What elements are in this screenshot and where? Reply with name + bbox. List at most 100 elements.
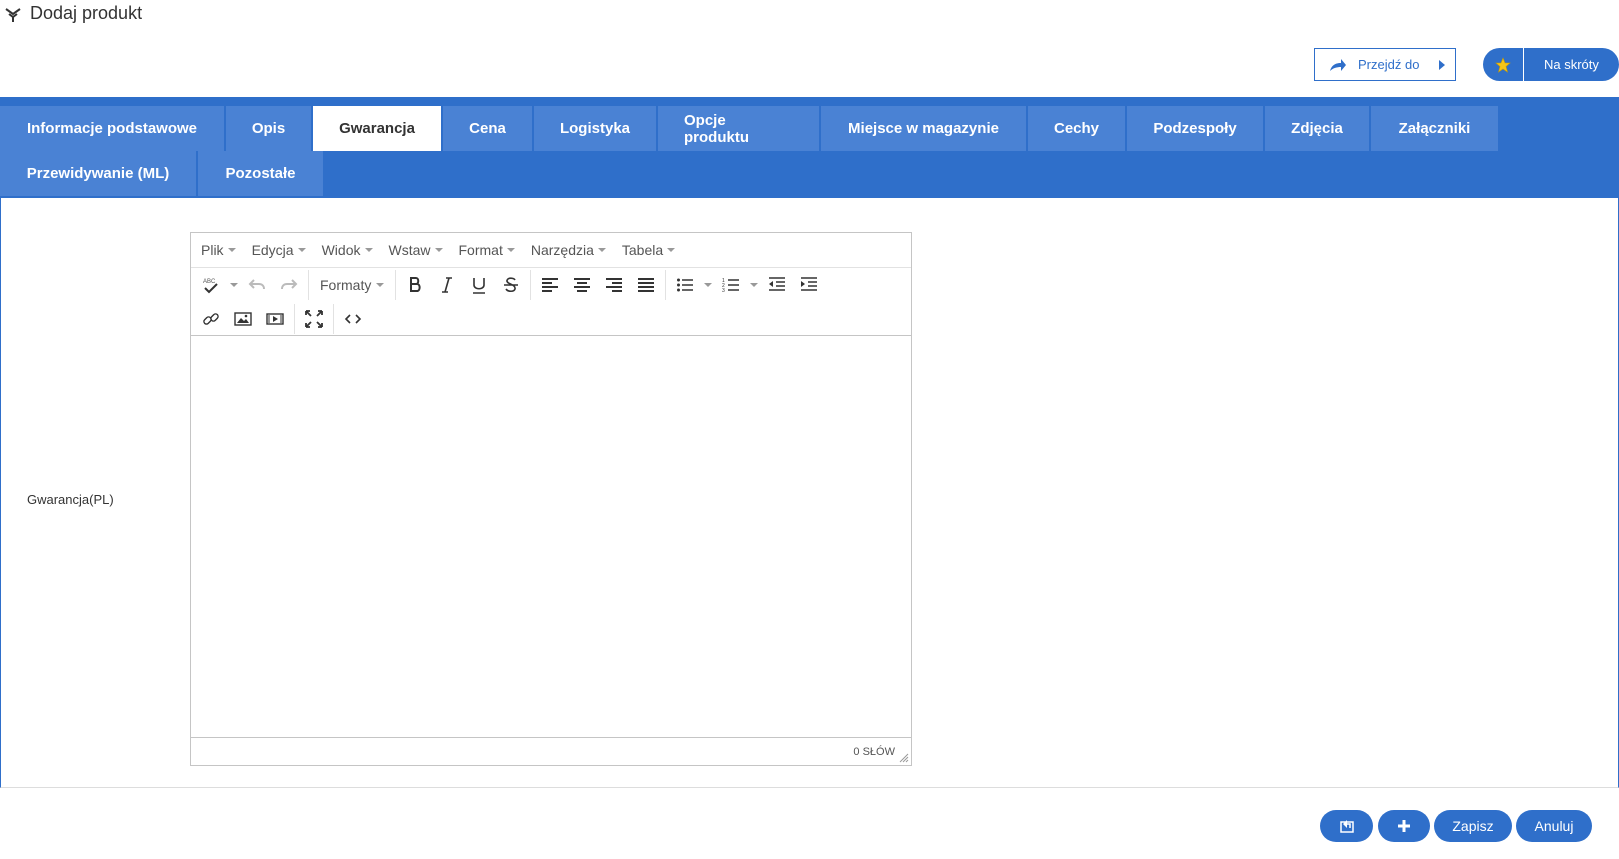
rich-text-editor: Plik Edycja Widok Wstaw Format Narzędzia… bbox=[190, 232, 912, 766]
underline-button[interactable] bbox=[463, 271, 495, 299]
editor-toolbar-1: ABC Formaty 1 2 3 bbox=[191, 268, 911, 302]
spellcheck-caret[interactable] bbox=[227, 271, 241, 299]
source-code-button[interactable] bbox=[337, 305, 369, 333]
toolbar-divider bbox=[395, 270, 397, 300]
caret-right-icon bbox=[1439, 59, 1446, 70]
caret-down-icon bbox=[227, 248, 236, 252]
caret-down-icon bbox=[750, 283, 759, 287]
editor-content-area[interactable] bbox=[191, 336, 911, 732]
media-button[interactable] bbox=[259, 305, 291, 333]
save-button[interactable]: Zapisz bbox=[1434, 810, 1512, 842]
editor-menubar: Plik Edycja Widok Wstaw Format Narzędzia… bbox=[191, 233, 911, 268]
tab-zalaczniki[interactable]: Załączniki bbox=[1371, 106, 1498, 151]
bullet-list-caret[interactable] bbox=[701, 271, 715, 299]
outdent-icon bbox=[769, 277, 786, 291]
save-and-back-button[interactable] bbox=[1320, 810, 1373, 842]
menu-edycja[interactable]: Edycja bbox=[252, 242, 306, 258]
italic-button[interactable] bbox=[431, 271, 463, 299]
bullet-list-icon bbox=[677, 278, 694, 292]
align-justify-icon bbox=[638, 278, 655, 292]
tab-opis[interactable]: Opis bbox=[226, 106, 311, 151]
share-arrow-icon bbox=[1330, 58, 1346, 71]
tab-opcje-produktu[interactable]: Opcje produktu bbox=[658, 106, 819, 151]
indent-button[interactable] bbox=[793, 271, 825, 299]
tab-podzespoly[interactable]: Podzespoły bbox=[1127, 106, 1263, 151]
editor-statusbar: 0 SŁÓW bbox=[191, 737, 911, 765]
goto-button-label: Przejdź do bbox=[1358, 57, 1420, 72]
formats-dropdown[interactable]: Formaty bbox=[312, 271, 392, 299]
redo-button[interactable] bbox=[273, 271, 305, 299]
tab-miejsce-w-magazynie[interactable]: Miejsce w magazynie bbox=[821, 106, 1026, 151]
bullet-list-button[interactable] bbox=[669, 271, 701, 299]
align-center-icon bbox=[574, 278, 591, 292]
shortcuts-button-label: Na skróty bbox=[1544, 57, 1599, 72]
toolbar-divider bbox=[333, 303, 334, 334]
toolbar-divider bbox=[530, 270, 532, 300]
goto-button[interactable]: Przejdź do bbox=[1314, 48, 1456, 81]
align-justify-button[interactable] bbox=[630, 271, 662, 299]
page-title: Dodaj produkt bbox=[4, 3, 142, 24]
menu-plik[interactable]: Plik bbox=[201, 242, 236, 258]
tab-logistyka[interactable]: Logistyka bbox=[534, 106, 656, 151]
shortcuts-button[interactable]: Na skróty bbox=[1483, 48, 1619, 81]
header: Dodaj produkt Przejdź do Na skróty bbox=[0, 0, 1619, 97]
resize-handle-icon[interactable] bbox=[899, 753, 909, 763]
tab-gwarancja[interactable]: Gwarancja bbox=[313, 106, 441, 151]
menu-format-label: Format bbox=[458, 242, 503, 258]
caret-down-icon bbox=[704, 283, 713, 287]
link-button[interactable] bbox=[195, 305, 227, 333]
add-new-button[interactable] bbox=[1378, 810, 1430, 842]
spellcheck-icon: ABC bbox=[203, 279, 218, 294]
align-right-button[interactable] bbox=[598, 271, 630, 299]
formats-label: Formaty bbox=[320, 277, 372, 293]
menu-widok-label: Widok bbox=[321, 242, 361, 258]
menu-wstaw[interactable]: Wstaw bbox=[389, 242, 443, 258]
menu-widok[interactable]: Widok bbox=[322, 242, 373, 258]
save-return-icon bbox=[1339, 820, 1354, 833]
menu-tabela-label: Tabela bbox=[621, 242, 664, 258]
undo-icon bbox=[248, 279, 265, 290]
cancel-button[interactable]: Anuluj bbox=[1516, 810, 1592, 842]
menu-edycja-label: Edycja bbox=[251, 242, 294, 258]
fullscreen-icon bbox=[305, 309, 323, 328]
align-left-button[interactable] bbox=[534, 271, 566, 299]
tab-row-2: Przewidywanie (ML) Pozostałe bbox=[0, 151, 1619, 196]
tab-row-1: Informacje podstawowe Opis Gwarancja Cen… bbox=[0, 106, 1619, 151]
indent-icon bbox=[801, 277, 818, 291]
tab-cechy[interactable]: Cechy bbox=[1028, 106, 1125, 151]
caret-down-icon bbox=[667, 248, 676, 252]
video-icon bbox=[266, 312, 284, 325]
tab-zdjecia[interactable]: Zdjęcia bbox=[1265, 106, 1369, 151]
image-icon bbox=[234, 311, 252, 326]
align-center-button[interactable] bbox=[566, 271, 598, 299]
undo-button[interactable] bbox=[241, 271, 273, 299]
menu-tabela[interactable]: Tabela bbox=[621, 242, 676, 258]
tab-informacje-podstawowe[interactable]: Informacje podstawowe bbox=[0, 106, 224, 151]
toolbar-divider bbox=[665, 270, 667, 300]
caret-down-icon bbox=[506, 248, 515, 252]
tab-content-panel: Gwarancja(PL) Plik Edycja Widok Wstaw Fo… bbox=[0, 198, 1619, 788]
bold-button[interactable] bbox=[399, 271, 431, 299]
toolbar-divider bbox=[308, 270, 309, 300]
tab-cena[interactable]: Cena bbox=[443, 106, 532, 151]
numbered-list-caret[interactable] bbox=[747, 271, 761, 299]
field-label-gwarancja: Gwarancja(PL) bbox=[27, 492, 114, 507]
svg-text:3: 3 bbox=[722, 288, 725, 294]
outdent-button[interactable] bbox=[761, 271, 793, 299]
numbered-list-button[interactable]: 123 bbox=[715, 271, 747, 299]
editor-toolbar-2 bbox=[191, 302, 911, 336]
menu-format[interactable]: Format bbox=[459, 242, 515, 258]
tab-pozostale[interactable]: Pozostałe bbox=[198, 151, 323, 196]
spellcheck-button[interactable]: ABC bbox=[195, 271, 227, 299]
italic-icon bbox=[442, 277, 453, 293]
fullscreen-button[interactable] bbox=[298, 305, 330, 333]
menu-wstaw-label: Wstaw bbox=[388, 242, 431, 258]
image-button[interactable] bbox=[227, 305, 259, 333]
strikethrough-button[interactable] bbox=[495, 271, 527, 299]
code-icon bbox=[344, 313, 362, 324]
toolbar-divider bbox=[294, 303, 295, 334]
tab-przewidywanie-ml[interactable]: Przewidywanie (ML) bbox=[0, 151, 196, 196]
align-right-icon bbox=[606, 278, 623, 292]
menu-narzedzia[interactable]: Narzędzia bbox=[531, 242, 606, 258]
caret-down-icon bbox=[230, 283, 238, 287]
